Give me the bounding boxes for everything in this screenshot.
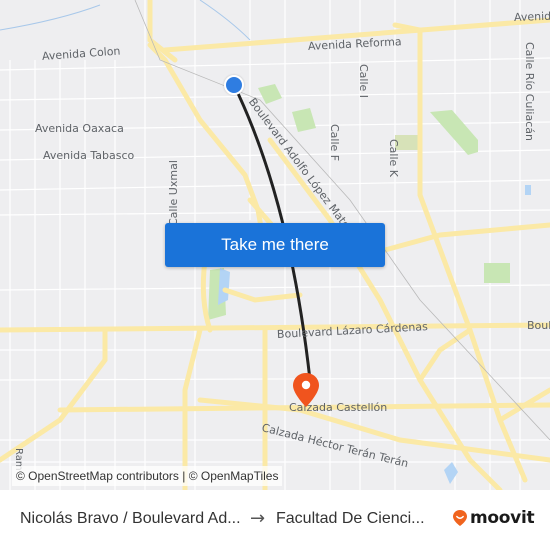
street-label-avenida-tabasco: Avenida Tabasco [43, 149, 135, 162]
street-label-boulevard: Boul [527, 319, 550, 332]
arrow-right-icon: → [250, 508, 266, 529]
map-attribution[interactable]: © OpenStreetMap contributors | © OpenMap… [12, 466, 283, 486]
route-footer: Nicolás Bravo / Boulevard Ad... → Facult… [0, 490, 550, 550]
street-label-calle-k: Calle K [387, 139, 400, 178]
street-label-avenida: Avenida [513, 9, 550, 24]
street-label-avenida-oaxaca: Avenida Oaxaca [35, 122, 124, 135]
street-label-calle-uxmal: Calle Uxmal [167, 160, 180, 226]
moovit-wordmark: moovit [470, 508, 535, 528]
map-view[interactable]: Avenida Colon Avenida Reforma Avenida Ca… [0, 0, 550, 490]
street-label-calle-f: Calle F [328, 124, 341, 162]
moovit-pin-icon [453, 510, 467, 526]
take-me-there-button[interactable]: Take me there [165, 223, 385, 267]
street-label-calle-i: Calle I [357, 64, 370, 99]
origin-marker[interactable] [224, 75, 244, 95]
moovit-logo[interactable]: moovit [452, 508, 535, 528]
street-label-calle-rio-culiacan: Calle Río Culiacán [523, 42, 536, 141]
destination-stop-name: Facultad De Cienci... [276, 510, 425, 527]
river [0, 0, 251, 41]
destination-pin-icon[interactable] [292, 372, 320, 408]
origin-stop-name: Nicolás Bravo / Boulevard Ad... [20, 510, 241, 527]
